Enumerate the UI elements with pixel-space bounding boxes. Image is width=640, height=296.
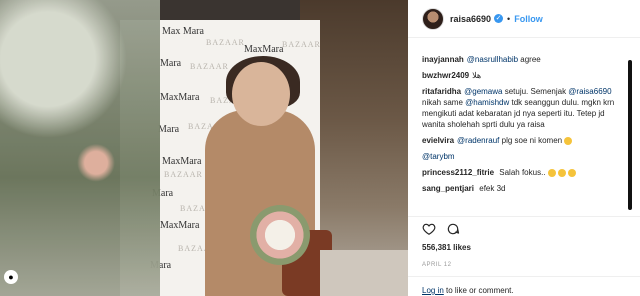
comment-username[interactable]: princess2112_fitrie — [422, 168, 494, 177]
comment-username[interactable]: ritafaridha — [422, 87, 461, 96]
backdrop-brand: Mara — [158, 124, 180, 135]
emoji-icon — [547, 168, 556, 177]
comment-text: setuju. Semenjak — [502, 87, 569, 96]
login-prompt-text: to like or comment. — [443, 286, 514, 295]
scrollbar[interactable] — [628, 60, 632, 210]
like-count[interactable]: 556,381 likes — [422, 243, 471, 252]
login-prompt: Log in to like or comment. — [422, 286, 514, 295]
comment-item: princess2112_fitrie Salah fokus.. — [422, 167, 616, 178]
comment-text: هلا — [472, 71, 482, 80]
backdrop-brand: BAZAAR — [282, 40, 321, 49]
post-side-panel: raisa6690 ✓ • Follow inayjannah @nasrullh… — [408, 0, 640, 296]
post-actions — [422, 222, 470, 236]
comment-mention[interactable]: @radenrauf — [457, 136, 499, 145]
backdrop-brand: Max Mara — [162, 26, 204, 37]
comment-mention[interactable]: @gemawa — [464, 87, 502, 96]
backdrop-brand: Mara — [160, 58, 182, 69]
follow-button[interactable]: Follow — [514, 14, 543, 24]
backdrop-brand: MaxMara — [160, 92, 200, 103]
comment-mention[interactable]: @nasrullhabib — [467, 55, 518, 64]
emoji-icon — [564, 136, 573, 145]
comment-item: @tarybm — [422, 151, 616, 162]
post-header: raisa6690 ✓ • Follow — [408, 0, 640, 38]
divider — [408, 276, 640, 277]
login-link[interactable]: Log in — [422, 286, 444, 295]
emoji-icon — [557, 168, 566, 177]
comment-text: agree — [518, 55, 541, 64]
post-username[interactable]: raisa6690 — [450, 14, 491, 24]
comment-item: sang_pentjari efek 3d — [422, 183, 616, 194]
comment-mention[interactable]: @tarybm — [422, 152, 455, 161]
comment-icon[interactable] — [446, 222, 460, 236]
backdrop-brand: BAZAAR — [190, 62, 229, 71]
comment-mention[interactable]: @hamishdw — [465, 98, 509, 107]
instagram-post-viewer: Max Mara BAZAAR MaxMara BAZAAR Mara BAZA… — [0, 0, 640, 296]
comment-text: efek 3d — [477, 184, 506, 193]
comment-item: evielvira @radenrauf plg soe ni komen — [422, 135, 616, 146]
emoji-icon — [567, 168, 576, 177]
backdrop-brand: BAZAAR — [206, 38, 245, 47]
backdrop-brand: BAZAAR — [164, 170, 203, 179]
photo-person-face — [232, 62, 290, 126]
divider — [408, 216, 640, 217]
comment-username[interactable]: bwzhwr2409 — [422, 71, 469, 80]
backdrop-brand: MaxMara — [162, 156, 202, 167]
backdrop-brand: MaxMara — [160, 220, 200, 231]
comment-list: inayjannah @nasrullhabib agree bwzhwr2409 ه… — [408, 54, 628, 199]
comment-item: inayjannah @nasrullhabib agree — [422, 54, 616, 65]
comment-text: Salah fokus.. — [497, 168, 546, 177]
backdrop-brand: MaxMara — [244, 44, 284, 55]
heart-icon[interactable] — [422, 222, 436, 236]
comment-text: plg soe ni komen — [499, 136, 563, 145]
comment-username[interactable]: inayjannah — [422, 55, 464, 64]
photo-floor — [320, 250, 408, 296]
separator-dot: • — [507, 13, 511, 24]
comment-username[interactable]: sang_pentjari — [422, 184, 474, 193]
scrollbar-thumb[interactable] — [628, 60, 632, 210]
avatar[interactable] — [422, 7, 444, 30]
comment-text: nikah same — [422, 98, 466, 107]
post-photo[interactable]: Max Mara BAZAAR MaxMara BAZAAR Mara BAZA… — [0, 0, 408, 296]
photo-flowers — [0, 0, 160, 296]
post-date: APRIL 12 — [422, 262, 452, 268]
comment-item: ritafaridha @gemawa setuju. Semenjak @rai… — [422, 86, 616, 130]
comment-username[interactable]: evielvira — [422, 136, 454, 145]
comment-item: bwzhwr2409 هلا — [422, 70, 616, 81]
comment-mention[interactable]: @raisa6690 — [568, 87, 611, 96]
user-tag-icon[interactable]: ● — [4, 270, 18, 284]
verified-badge-icon: ✓ — [494, 14, 504, 23]
photo-bouquet — [250, 205, 310, 265]
